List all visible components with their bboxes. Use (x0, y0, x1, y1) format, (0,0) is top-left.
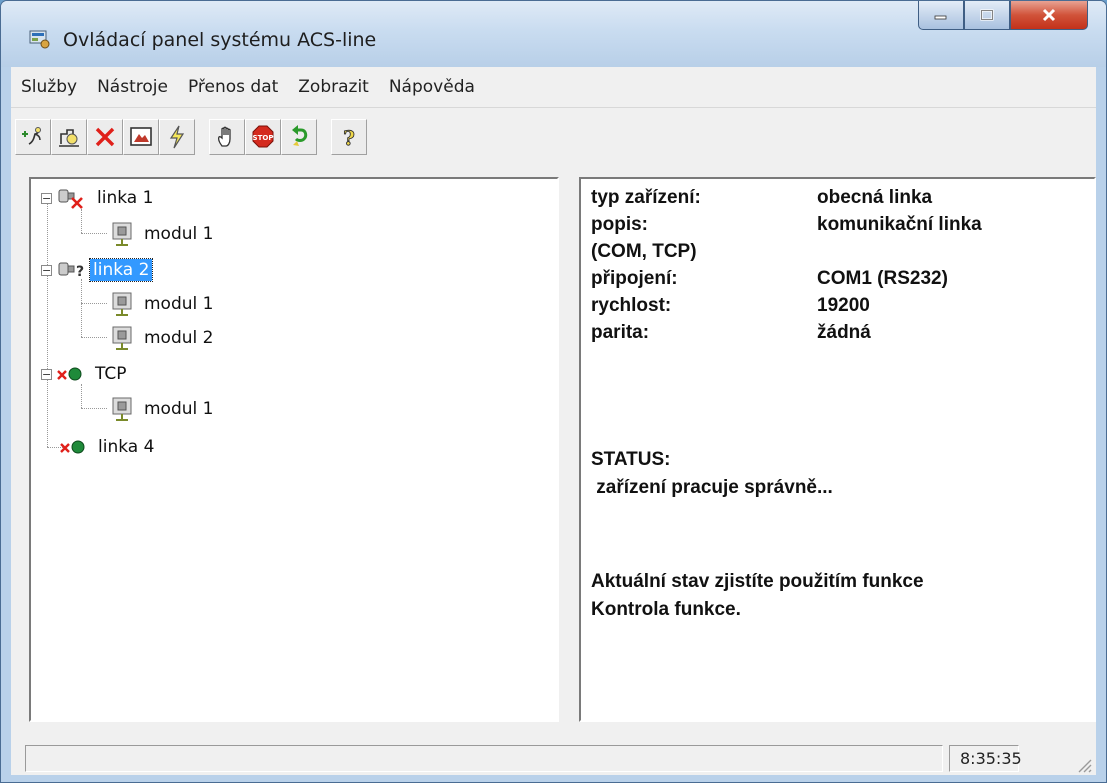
hand-icon (217, 126, 231, 147)
lightning-icon (169, 125, 185, 149)
delete-icon (95, 127, 115, 147)
status-heading: STATUS: (591, 449, 671, 470)
window-title: Ovládací panel systému ACS-line (63, 29, 377, 51)
tree-node-tcp[interactable]: − TCP (41, 359, 130, 389)
menu-prenos-dat[interactable]: Přenos dat (178, 67, 288, 107)
tree-node-label: linka 4 (98, 437, 155, 457)
lightning-button[interactable] (159, 119, 195, 155)
add-device-icon (22, 127, 41, 145)
stop-icon: STOP (252, 125, 274, 148)
connection-value: COM1 (RS232) (817, 268, 948, 289)
menu-nastroje[interactable]: Nástroje (87, 67, 178, 107)
device-properties-button[interactable] (51, 119, 87, 155)
device-type-label: typ zařízení: (591, 187, 701, 208)
hand-button[interactable] (209, 119, 245, 155)
help-icon: ? (343, 126, 356, 150)
collapse-toggle[interactable]: − (41, 368, 52, 380)
connection-label: připojení: (591, 268, 678, 289)
device-type-value: obecná linka (817, 187, 933, 208)
client-area: Služby Nástroje Přenos dat Zobrazit Nápo… (11, 67, 1096, 775)
status-bar: 8:35:35 (11, 743, 1096, 775)
collapse-toggle[interactable]: − (41, 192, 52, 204)
menu-bar: Služby Nástroje Přenos dat Zobrazit Nápo… (11, 67, 1096, 108)
tree-node-linka-4[interactable]: linka 4 (59, 432, 157, 462)
description-continuation: (COM, TCP) (591, 241, 697, 262)
undo-arrow-icon (292, 125, 308, 146)
minimize-button[interactable] (918, 1, 964, 30)
speed-value: 19200 (817, 295, 870, 316)
device-tree[interactable]: − linka 1 modul 1 − ? linka 2 modul 1 mo… (29, 177, 559, 722)
tree-node-modul-1[interactable]: modul 1 (111, 289, 216, 319)
close-icon (1042, 8, 1056, 22)
svg-text:?: ? (76, 264, 84, 280)
app-icon[interactable] (29, 29, 51, 49)
description-label: popis: (591, 214, 648, 235)
stop-button[interactable]: STOP (245, 119, 281, 155)
tree-node-modul-2[interactable]: modul 2 (111, 323, 216, 353)
menu-zobrazit[interactable]: Zobrazit (288, 67, 379, 107)
device-properties-icon (59, 129, 79, 147)
help-button[interactable]: ? (331, 119, 367, 155)
parity-value: žádná (817, 322, 871, 343)
picture-button[interactable] (123, 119, 159, 155)
resize-grip-icon[interactable] (1074, 755, 1092, 773)
add-device-button[interactable] (15, 119, 51, 155)
tree-node-label: modul 1 (144, 224, 214, 244)
menu-sluzby[interactable]: Služby (11, 67, 87, 107)
tree-node-label: modul 2 (144, 328, 214, 348)
tree-line (81, 279, 82, 337)
status-message: zařízení pracuje správně... (591, 477, 833, 498)
minimize-icon (934, 15, 947, 20)
description-value: komunikační linka (817, 214, 982, 235)
caption-buttons (918, 1, 1088, 31)
module-icon (111, 396, 133, 422)
line-unknown-icon: ? (56, 258, 86, 282)
svg-text:?: ? (343, 126, 355, 150)
speed-label: rychlost: (591, 295, 672, 316)
tree-node-modul-1[interactable]: modul 1 (111, 394, 216, 424)
line-error-icon (56, 186, 86, 210)
clock-display: 8:35:35 (949, 745, 1022, 772)
tree-node-linka-1[interactable]: − linka 1 (41, 183, 156, 213)
svg-text:STOP: STOP (253, 134, 274, 142)
tree-line (47, 203, 48, 447)
picture-icon (130, 127, 152, 146)
delete-button[interactable] (87, 119, 123, 155)
tree-node-label: TCP (95, 364, 127, 384)
tcp-error-icon (59, 436, 89, 458)
tree-node-label: modul 1 (144, 399, 214, 419)
module-icon (111, 221, 133, 247)
tree-node-label-selected: linka 2 (88, 258, 154, 282)
toolbar: STOP ? (11, 117, 1096, 157)
maximize-icon (980, 9, 994, 21)
menu-napoveda[interactable]: Nápověda (379, 67, 485, 107)
tree-node-modul-1[interactable]: modul 1 (111, 219, 216, 249)
tree-node-label: linka 1 (97, 188, 154, 208)
status-message-cell (25, 745, 943, 772)
maximize-button[interactable] (964, 1, 1010, 30)
hint-text-line-1: Aktuální stav zjistíte použitím funkce (591, 571, 924, 592)
tcp-error-icon (56, 363, 86, 385)
device-info-panel: typ zařízení: obecná linka popis: komuni… (579, 177, 1096, 722)
tree-line (81, 408, 107, 409)
main-window: Ovládací panel systému ACS-line Služby N… (0, 0, 1107, 783)
tree-node-label: modul 1 (144, 294, 214, 314)
tree-line (81, 233, 107, 234)
collapse-toggle[interactable]: − (41, 264, 52, 276)
parity-label: parita: (591, 322, 650, 343)
hint-text-line-2: Kontrola funkce. (591, 599, 741, 620)
title-bar[interactable]: Ovládací panel systému ACS-line (1, 1, 1106, 67)
undo-button[interactable] (281, 119, 317, 155)
module-icon (111, 325, 133, 351)
tree-line (81, 337, 107, 338)
close-button[interactable] (1010, 1, 1088, 30)
tree-line (81, 303, 107, 304)
module-icon (111, 291, 133, 317)
tree-node-linka-2[interactable]: − ? linka 2 (41, 255, 154, 285)
